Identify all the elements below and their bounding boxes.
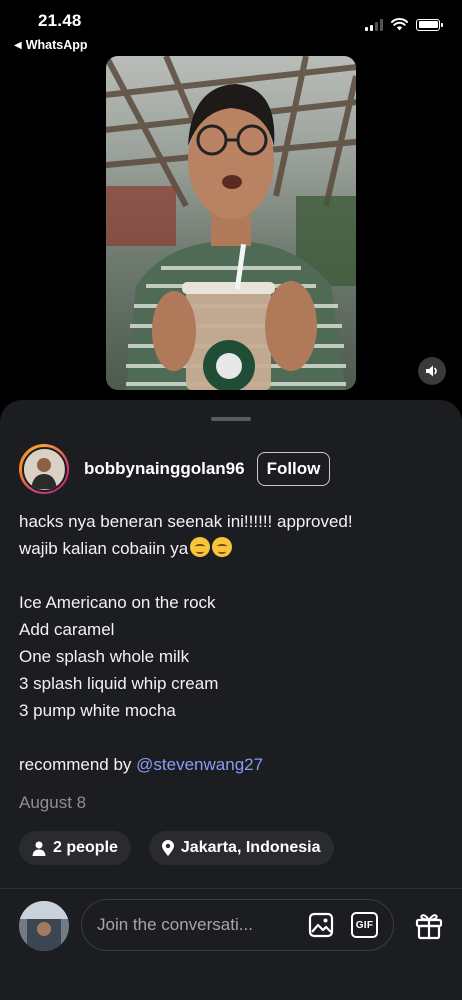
tagged-people-label: 2 people bbox=[53, 839, 118, 856]
follow-button[interactable]: Follow bbox=[256, 452, 331, 486]
relieved-face-emoji-icon bbox=[190, 537, 211, 557]
reel-video[interactable] bbox=[106, 56, 356, 390]
caption-list-item: One splash whole milk bbox=[19, 647, 190, 666]
image-icon[interactable] bbox=[308, 912, 334, 938]
caption-list-item: 3 splash liquid whip cream bbox=[19, 674, 219, 693]
location-chip[interactable]: Jakarta, Indonesia bbox=[148, 831, 334, 865]
status-bar: 21.48 ◀ WhatsApp bbox=[0, 0, 462, 56]
signal-icon bbox=[365, 18, 383, 31]
post-details-sheet: bobbynainggolan96 Follow hacks nya bener… bbox=[0, 400, 462, 1000]
caption-line: wajib kalian cobaiin ya bbox=[19, 535, 449, 562]
battery-icon bbox=[416, 18, 443, 31]
post-caption: hacks nya beneran seenak ini!!!!!! appro… bbox=[19, 508, 449, 778]
speaker-icon bbox=[426, 365, 437, 377]
wifi-icon bbox=[391, 18, 408, 31]
tagged-people-chip[interactable]: 2 people bbox=[19, 831, 131, 865]
caption-line: hacks nya beneran seenak ini!!!!!! appro… bbox=[19, 512, 353, 531]
current-user-avatar[interactable] bbox=[19, 901, 69, 951]
caption-list-item: Ice Americano on the rock bbox=[19, 593, 216, 612]
back-triangle-icon: ◀ bbox=[14, 39, 22, 51]
comment-input[interactable] bbox=[97, 912, 292, 938]
back-app-label: WhatsApp bbox=[25, 38, 88, 52]
caption-list-item: 3 pump white mocha bbox=[19, 701, 176, 720]
person-icon bbox=[32, 841, 46, 856]
post-tags: 2 people Jakarta, Indonesia bbox=[19, 831, 334, 865]
location-label: Jakarta, Indonesia bbox=[180, 839, 321, 856]
gif-icon: GIF bbox=[355, 919, 374, 931]
author-username[interactable]: bobbynainggolan96 bbox=[84, 459, 245, 479]
sheet-drag-handle[interactable] bbox=[211, 417, 251, 421]
caption-list-item: Add caramel bbox=[19, 620, 115, 639]
status-time: 21.48 bbox=[38, 11, 82, 30]
status-icons bbox=[365, 18, 443, 31]
mute-toggle-button[interactable] bbox=[418, 357, 446, 385]
author-avatar[interactable] bbox=[19, 444, 69, 494]
video-frame-illustration bbox=[106, 56, 356, 390]
gift-icon[interactable] bbox=[414, 910, 444, 940]
comment-input-container: GIF bbox=[81, 899, 394, 951]
post-author: bobbynainggolan96 Follow bbox=[19, 444, 331, 494]
relieved-face-emoji-icon bbox=[212, 537, 233, 557]
caption-recommend-line: recommend by @stevenwang27 bbox=[19, 755, 264, 774]
comment-composer: GIF bbox=[0, 897, 462, 953]
post-date: August 8 bbox=[19, 793, 87, 812]
gif-button[interactable]: GIF bbox=[351, 912, 378, 938]
back-to-app-link[interactable]: ◀ WhatsApp bbox=[14, 38, 88, 52]
mention-link[interactable]: @stevenwang27 bbox=[136, 755, 263, 774]
divider bbox=[0, 888, 462, 889]
location-pin-icon bbox=[161, 840, 174, 856]
